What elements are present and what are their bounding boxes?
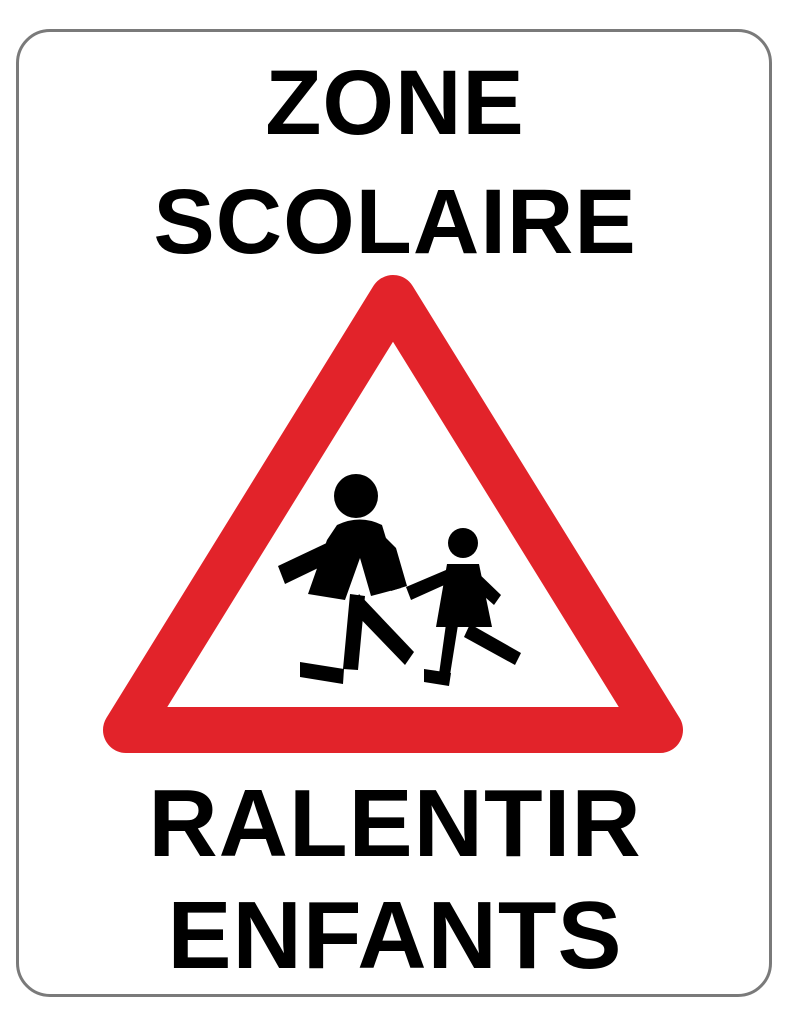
- sign-text-ralentir: RALENTIR: [148, 770, 642, 877]
- page: ZONE SCOLAIRE RALENTIR ENFANTS: [0, 0, 790, 1024]
- sign-text-enfants: ENFANTS: [167, 882, 623, 989]
- warning-triangle-icon: [103, 275, 683, 753]
